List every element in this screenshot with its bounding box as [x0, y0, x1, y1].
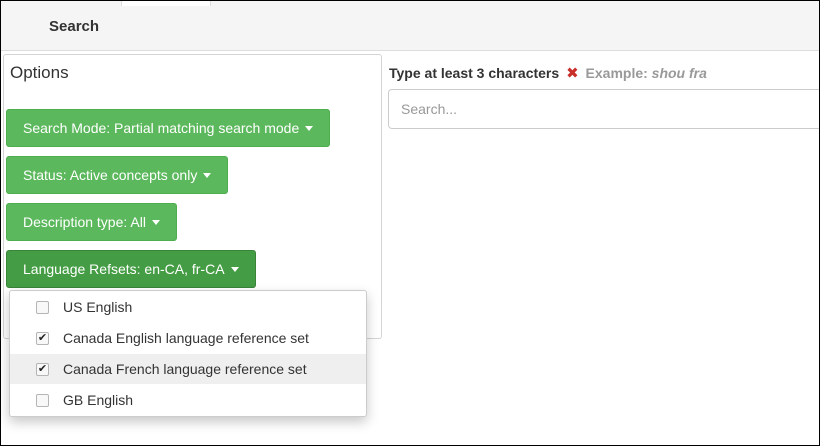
refset-option-canada-french[interactable]: ✔ Canada French language reference set — [10, 354, 366, 384]
caret-down-icon — [151, 219, 160, 225]
search-input[interactable] — [388, 89, 820, 129]
hint-text: Type at least 3 characters — [389, 65, 560, 81]
active-tab-edge — [121, 1, 211, 6]
description-type-button[interactable]: Description type: All — [6, 203, 177, 241]
language-refsets-label: Language Refsets: en-CA, fr-CA — [23, 261, 225, 277]
checkbox-us-english[interactable] — [36, 300, 49, 314]
refset-option-label: Canada French language reference set — [63, 361, 307, 377]
refset-option-us-english[interactable]: US English — [10, 292, 366, 322]
language-refsets-button[interactable]: Language Refsets: en-CA, fr-CA — [6, 250, 256, 288]
close-icon: ✖ — [566, 65, 579, 82]
checkbox-canada-english[interactable]: ✔ — [36, 331, 49, 345]
example-label: Example: — [585, 65, 648, 81]
refset-option-label: GB English — [63, 392, 134, 408]
tab-search[interactable]: Search — [49, 18, 99, 35]
checkbox-canada-french[interactable]: ✔ — [36, 362, 49, 376]
caret-down-icon — [230, 266, 239, 272]
search-mode-label: Search Mode: Partial matching search mod… — [23, 120, 300, 136]
refset-option-label: Canada English language reference set — [63, 330, 309, 346]
options-title: Options — [10, 63, 69, 82]
example-value: shou fra — [651, 65, 707, 81]
caret-down-icon — [203, 172, 212, 178]
top-nav-bar: Search — [1, 1, 819, 51]
description-type-label: Description type: All — [23, 214, 146, 230]
refset-option-gb-english[interactable]: GB English — [10, 385, 366, 415]
checkbox-gb-english[interactable] — [36, 393, 49, 407]
status-button[interactable]: Status: Active concepts only — [6, 156, 229, 194]
language-refset-dropdown: US English ✔ Canada English language ref… — [9, 290, 367, 417]
search-hint: Type at least 3 characters ✖ Example: sh… — [389, 64, 707, 82]
caret-down-icon — [305, 125, 314, 131]
refset-option-label: US English — [63, 299, 133, 315]
search-mode-button[interactable]: Search Mode: Partial matching search mod… — [6, 109, 331, 147]
refset-option-canada-english[interactable]: ✔ Canada English language reference set — [10, 323, 366, 353]
status-label: Status: Active concepts only — [23, 167, 198, 183]
